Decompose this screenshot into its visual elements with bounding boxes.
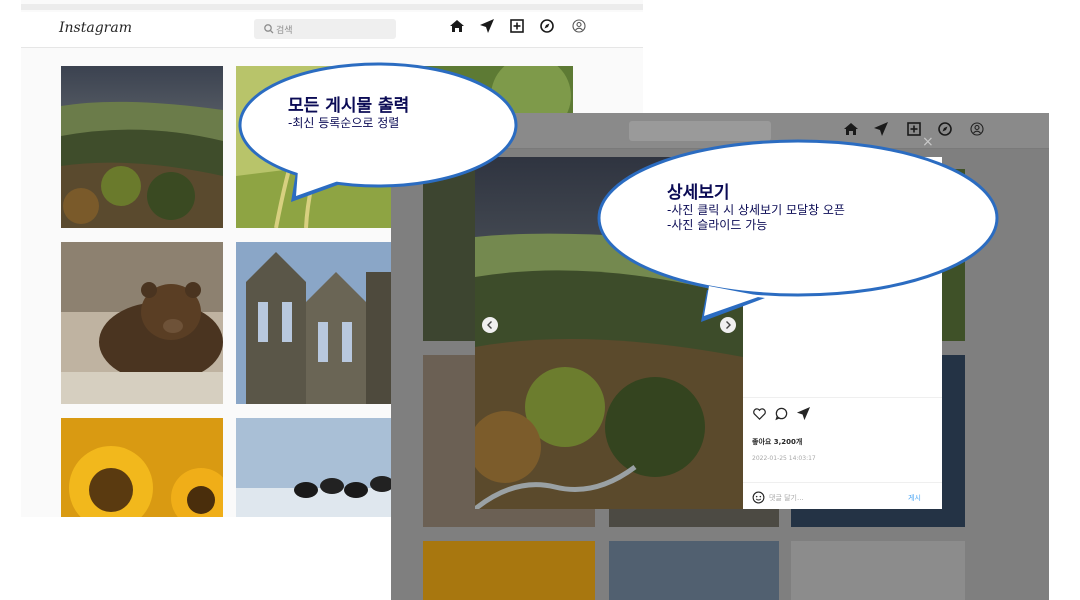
callout-all-posts-title: 모든 게시물 출력 <box>288 96 410 116</box>
ruins-image <box>236 242 398 404</box>
post-thumb-sunflower[interactable] <box>61 418 223 517</box>
profile-icon <box>970 122 984 136</box>
likes-count: 좋아요 3,200개 <box>752 438 803 446</box>
add-post-icon[interactable] <box>509 18 525 34</box>
post-thumb-landscape[interactable] <box>61 66 223 228</box>
landscape-image <box>61 66 223 228</box>
explore-icon[interactable] <box>539 18 555 34</box>
chevron-right-icon <box>726 321 731 329</box>
callout-detail-title: 상세보기 <box>667 183 730 203</box>
post-thumb-bear[interactable] <box>61 242 223 404</box>
dimmed-thumb <box>609 541 779 600</box>
home-icon <box>844 123 858 135</box>
callout-all-posts-line: -최신 등록순으로 정렬 <box>288 116 400 130</box>
search-icon <box>264 24 274 34</box>
callout-all-posts: 모든 게시물 출력 -최신 등록순으로 정렬 <box>236 62 526 202</box>
sunflower-image <box>61 418 223 517</box>
add-post-icon <box>907 122 921 136</box>
top-strip <box>21 4 643 10</box>
comment-icon[interactable] <box>774 406 789 421</box>
profile-icon[interactable] <box>571 18 587 34</box>
send-icon <box>874 122 888 136</box>
post-comment-button[interactable]: 게시 <box>908 493 921 503</box>
divider <box>743 397 942 398</box>
slide-prev-button[interactable] <box>482 317 498 333</box>
divider <box>743 482 942 483</box>
emoji-icon[interactable] <box>752 491 765 504</box>
heart-icon[interactable] <box>752 406 767 421</box>
callout-detail-view: 상세보기 -사진 클릭 시 상세보기 모달창 오픈 -사진 슬라이드 가능 <box>597 139 1000 322</box>
search-input[interactable]: 검색 <box>254 19 396 39</box>
send-icon[interactable] <box>479 18 495 34</box>
top-nav: Instagram 검색 <box>21 12 643 48</box>
callout-detail-line-2: -사진 슬라이드 가능 <box>667 218 768 232</box>
speech-bubble <box>238 62 518 202</box>
home-icon[interactable] <box>449 18 465 34</box>
dimmed-thumb <box>791 541 965 600</box>
search-placeholder: 검색 <box>276 26 293 36</box>
callout-detail-line-1: -사진 클릭 시 상세보기 모달창 오픈 <box>667 203 845 217</box>
dimmed-thumb <box>423 541 595 600</box>
share-icon[interactable] <box>796 406 811 421</box>
puffins-image <box>236 418 398 517</box>
post-date: 2022-01-25 14:03:17 <box>752 455 816 462</box>
post-thumb-puffins[interactable] <box>236 418 398 517</box>
slide-next-button[interactable] <box>720 317 736 333</box>
dimmed-search <box>629 121 771 141</box>
comment-input[interactable]: 댓글 달기... <box>769 493 804 503</box>
chevron-left-icon <box>487 321 492 329</box>
bear-image <box>61 242 223 404</box>
explore-icon <box>938 122 952 136</box>
instagram-logo[interactable]: Instagram <box>59 20 132 36</box>
post-thumb-ruins[interactable] <box>236 242 398 404</box>
